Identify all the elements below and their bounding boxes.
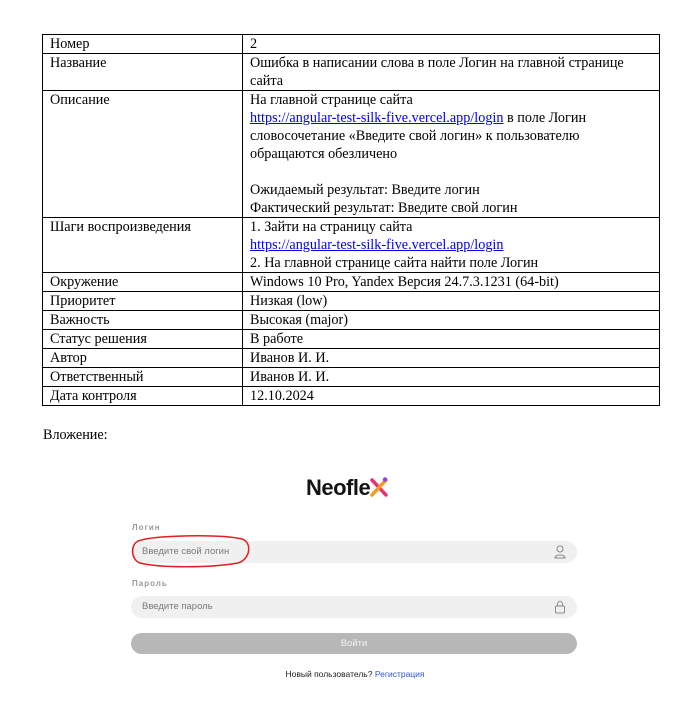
row-value: 12.10.2024 (242, 386, 660, 406)
login-label: Логин (132, 523, 161, 532)
neoflex-logo: Neofle (306, 475, 388, 501)
steps-cell: 1. Зайти на страницу сайта https://angul… (242, 217, 660, 273)
row-key: Шаги воспроизведения (42, 217, 243, 273)
password-label: Пароль (132, 579, 168, 588)
row-key: Автор (42, 348, 243, 368)
table-row: Важность Высокая (major) (42, 310, 660, 330)
step-2: 2. На главной странице сайта найти поле … (250, 255, 539, 271)
table-row: Автор Иванов И. И. (42, 348, 660, 368)
description-cell: На главной странице сайта https://angula… (242, 90, 660, 218)
row-key: Название (42, 53, 243, 91)
row-key: Ответственный (42, 367, 243, 387)
row-value: Низкая (low) (242, 291, 660, 311)
user-icon (554, 545, 566, 559)
row-value: Ошибка в написании слова в поле Логин на… (242, 53, 660, 91)
table-row: Номер 2 (42, 34, 660, 54)
password-field[interactable]: Введите пароль (131, 596, 577, 618)
row-value: Высокая (major) (242, 310, 660, 330)
row-key: Описание (42, 90, 243, 218)
row-value: Иванов И. И. (242, 348, 660, 368)
bug-report-table: Номер 2 Название Ошибка в написании слов… (42, 34, 660, 406)
description-link[interactable]: https://angular-test-silk-five.vercel.ap… (250, 110, 503, 126)
row-key: Дата контроля (42, 386, 243, 406)
table-row: Шаги воспроизведения 1. Зайти на страниц… (42, 217, 660, 273)
new-user-text: Новый пользователь? (285, 669, 373, 679)
row-key: Номер (42, 34, 243, 54)
table-row: Ответственный Иванов И. И. (42, 367, 660, 387)
register-link[interactable]: Регистрация (375, 669, 425, 679)
red-annotation-circle (131, 535, 250, 568)
table-row: Название Ошибка в написании слова в поле… (42, 53, 660, 91)
table-row: Описание На главной странице сайта https… (42, 90, 660, 218)
table-row: Приоритет Низкая (low) (42, 291, 660, 311)
lock-icon (554, 600, 566, 614)
row-key: Важность (42, 310, 243, 330)
row-value: Windows 10 Pro, Yandex Версия 24.7.3.123… (242, 272, 660, 292)
table-row: Окружение Windows 10 Pro, Yandex Версия … (42, 272, 660, 292)
logo-text: Neofle (306, 475, 371, 500)
login-submit-button[interactable]: Войти (131, 633, 577, 654)
table-row: Статус решения В работе (42, 329, 660, 349)
register-prompt: Новый пользователь? Регистрация (120, 669, 590, 679)
table-row: Дата контроля 12.10.2024 (42, 386, 660, 406)
row-value: 2 (242, 34, 660, 54)
row-key: Статус решения (42, 329, 243, 349)
row-key: Приоритет (42, 291, 243, 311)
expected-result: Ожидаемый результат: Введите логин (250, 182, 480, 198)
attachment-label: Вложение: (43, 427, 108, 443)
attached-screenshot: Neofle Логин Введите свой логин Пароль В… (120, 465, 590, 690)
step-1-link[interactable]: https://angular-test-silk-five.vercel.ap… (250, 237, 503, 253)
row-key: Окружение (42, 272, 243, 292)
row-value: Иванов И. И. (242, 367, 660, 387)
step-1: 1. Зайти на страницу сайта (250, 219, 413, 235)
logo-x-icon (370, 477, 388, 497)
password-placeholder: Введите пароль (142, 601, 213, 612)
actual-result: Фактический результат: Введите свой логи… (250, 200, 518, 216)
row-value: В работе (242, 329, 660, 349)
description-intro: На главной странице сайта (250, 92, 413, 108)
